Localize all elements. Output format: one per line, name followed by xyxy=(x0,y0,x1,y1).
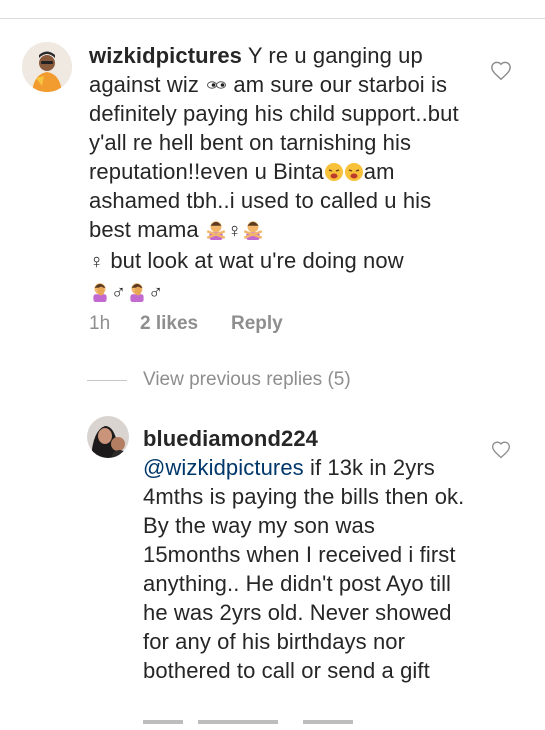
comment-username[interactable]: wizkidpictures xyxy=(89,43,242,68)
view-previous-replies[interactable]: View previous replies (5) xyxy=(87,366,351,394)
eyes-icon xyxy=(207,81,227,89)
avatar[interactable] xyxy=(22,42,72,92)
person-facepalming-icon xyxy=(93,283,107,302)
like-heart-icon[interactable] xyxy=(490,60,512,82)
reply-button[interactable]: Reply xyxy=(231,313,283,335)
comment-meta-cutoff xyxy=(143,718,543,730)
like-heart-icon[interactable] xyxy=(491,440,511,460)
avatar[interactable] xyxy=(87,416,129,458)
top-divider xyxy=(0,18,545,19)
comment-body: if 13k in 2yrs 4mths is paying the bills… xyxy=(143,455,465,683)
female-sign: ♀ xyxy=(226,220,243,242)
female-sign: ♀ xyxy=(89,251,105,273)
avatar-image xyxy=(22,42,72,92)
tired-face-emoji-icon xyxy=(344,163,363,181)
male-sign: ♂ xyxy=(111,282,127,304)
male-sign: ♂ xyxy=(148,282,164,304)
comment-body-part-4: but look at wat u're doing now xyxy=(104,248,404,273)
comment-username[interactable]: bluediamond224 xyxy=(143,426,318,451)
comment-text: bluediamond224 @wizkidpictures if 13k in… xyxy=(143,424,473,685)
avatar-image xyxy=(87,416,129,458)
view-previous-replies-label[interactable]: View previous replies (5) xyxy=(143,369,351,391)
tired-face-emoji-icon xyxy=(324,163,343,181)
replies-divider-line xyxy=(87,379,127,381)
comment-time: 1h xyxy=(89,313,111,334)
likes-count[interactable]: 2 likes xyxy=(140,313,231,335)
comment-meta: 1h 2 likes Reply xyxy=(89,313,283,335)
mention-link[interactable]: @wizkidpictures xyxy=(143,455,304,480)
person-gesturing-no-icon xyxy=(206,221,226,240)
person-gesturing-no-icon xyxy=(243,221,263,240)
comment-text: wizkidpictures Y re u ganging up against… xyxy=(89,41,469,308)
person-facepalming-icon xyxy=(130,283,144,302)
